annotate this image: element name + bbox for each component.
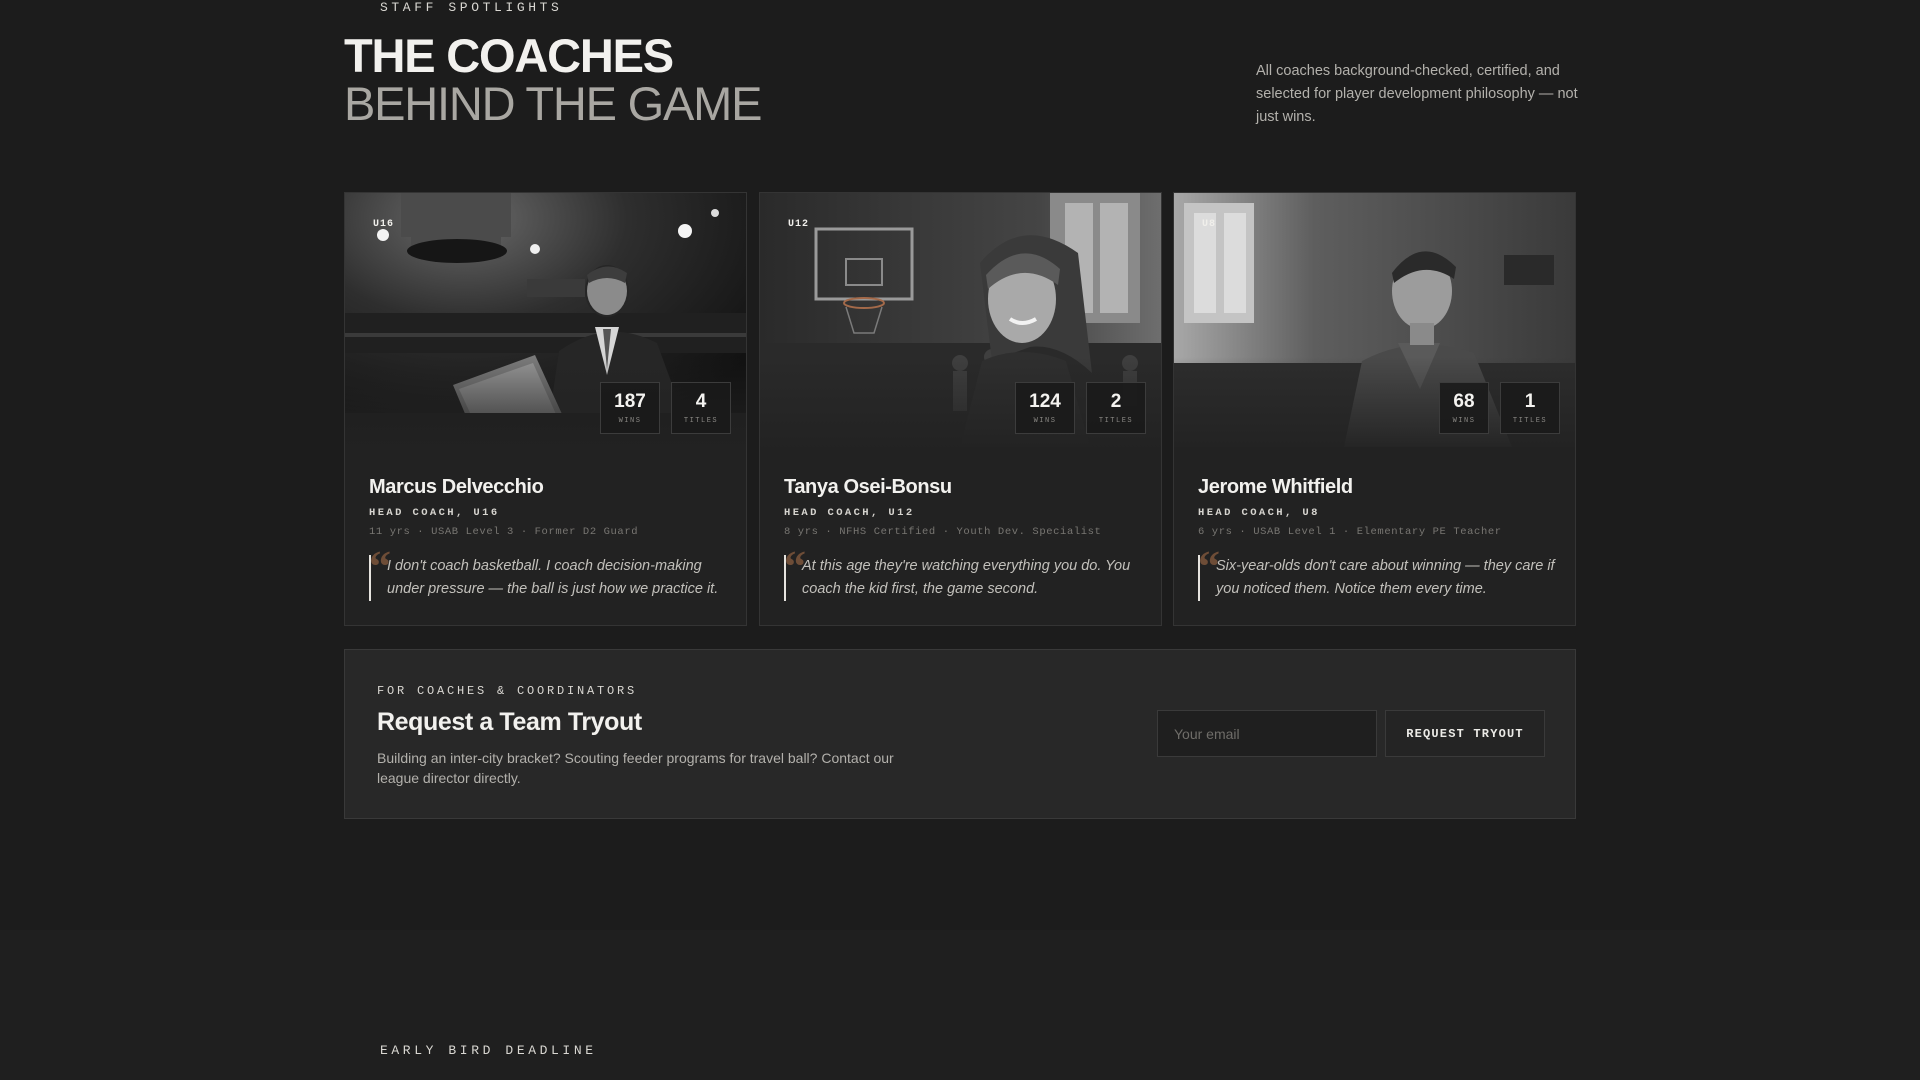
stat-label: TITLES [1512,417,1548,425]
section-intro: All coaches background-checked, certifie… [1256,63,1578,125]
age-group-badge: U8 [1202,219,1217,230]
coach-photo: U12 124 WINS 2 TITLES [760,193,1161,447]
quote-divider [784,555,786,601]
coach-name: Jerome Whitfield [1198,476,1353,498]
page-title-line1: THE COACHES [344,29,674,82]
coach-quote: At this age they're watching everything … [802,558,1131,597]
coach-quote: Six-year-olds don't care about winning —… [1216,558,1555,597]
quote-divider [369,555,371,601]
section-eyebrow: STAFF SPOTLIGHTS [380,0,563,15]
quote-divider [1198,555,1200,601]
stat-wins: 187 WINS [600,382,660,434]
stat-label: WINS [1452,417,1476,425]
coach-card[interactable]: U12 124 WINS 2 TITLES Tanya Osei-Bonsu H… [759,192,1162,626]
stat-value: 2 [1110,391,1122,412]
stat-titles: 1 TITLES [1500,382,1560,434]
stat-value: 68 [1453,391,1475,412]
tryout-heading: Request a Team Tryout [377,708,642,736]
stat-titles: 2 TITLES [1086,382,1146,434]
stat-value: 4 [695,391,707,412]
coach-meta: 6 yrs · USAB Level 1 · Elementary PE Tea… [1198,526,1502,538]
email-input[interactable] [1157,710,1377,757]
coach-name: Tanya Osei-Bonsu [784,476,952,498]
coach-role: HEAD COACH, U8 [1198,507,1320,519]
tryout-description: Building an inter-city bracket? Scouting… [377,750,894,786]
coach-photo: U8 68 WINS 1 TITLES [1174,193,1575,447]
request-tryout-button[interactable]: REQUEST TRYOUT [1385,710,1545,757]
section-eyebrow: EARLY BIRD DEADLINE [380,1043,597,1058]
coach-meta: 8 yrs · NFHS Certified · Youth Dev. Spec… [784,526,1102,538]
stat-label: WINS [1033,417,1057,425]
coach-meta: 11 yrs · USAB Level 3 · Former D2 Guard [369,526,639,538]
stat-wins: 68 WINS [1439,382,1489,434]
early-bird-section: EARLY BIRD DEADLINE [0,930,1920,1080]
stat-label: TITLES [1098,417,1134,425]
coach-role: HEAD COACH, U12 [784,507,915,519]
page-title-line2: BEHIND THE GAME [344,77,762,130]
stat-titles: 4 TITLES [671,382,731,434]
stat-value: 187 [614,391,646,412]
age-group-badge: U16 [373,219,395,230]
coach-name: Marcus Delvecchio [369,476,544,498]
stat-wins: 124 WINS [1015,382,1075,434]
coach-card[interactable]: U16 187 WINS 4 TITLES Marcus Delvecchio … [344,192,747,626]
coach-quote: I don't coach basketball. I coach decisi… [387,558,719,597]
stat-value: 1 [1524,391,1536,412]
stat-value: 124 [1029,391,1061,412]
tryout-request-panel: FOR COACHES & COORDINATORS Request a Tea… [344,649,1576,819]
age-group-badge: U12 [788,219,810,230]
coach-card[interactable]: U8 68 WINS 1 TITLES Jerome Whitfield HEA… [1173,192,1576,626]
tryout-eyebrow: FOR COACHES & COORDINATORS [377,684,638,698]
stat-label: TITLES [683,417,719,425]
coach-role: HEAD COACH, U16 [369,507,500,519]
coach-cards: U16 187 WINS 4 TITLES Marcus Delvecchio … [344,192,1576,626]
stat-label: WINS [618,417,642,425]
coach-photo: U16 187 WINS 4 TITLES [345,193,746,447]
coaches-section: STAFF SPOTLIGHTS THE COACHES BEHIND THE … [0,0,1920,930]
